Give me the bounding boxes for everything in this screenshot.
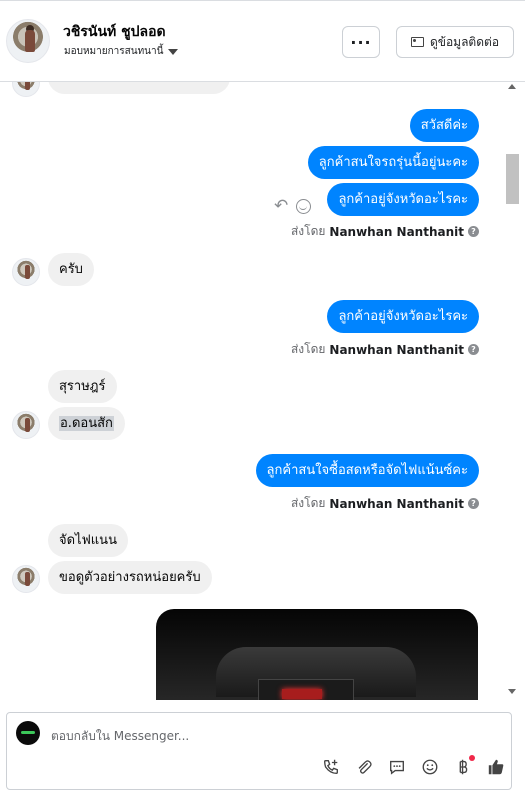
message-incoming[interactable]: อ.ดอนสัก — [48, 407, 125, 440]
composer-toolbar — [321, 755, 506, 777]
message-outgoing[interactable]: ลูกค้าสนใจรถรุ่นนี้อยู่นะคะ — [307, 146, 479, 179]
phone-add-icon[interactable] — [321, 757, 341, 777]
sent-by-prefix: ส่งโดย — [290, 496, 326, 510]
emoji-icon[interactable] — [420, 757, 440, 777]
view-contact-info-label: ดูข้อมูลติดต่อ — [429, 34, 500, 49]
view-contact-info-button[interactable]: ดูข้อมูลติดต่อ — [396, 26, 514, 58]
message-outgoing[interactable]: สวัสดีค่ะ — [409, 109, 479, 142]
sent-by-agent: Nanwhan Nanthanit — [329, 342, 464, 357]
conversation-header: วชิรนันท์ ชูปลอด มอบหมายการสนทนานี้ ··· … — [0, 0, 525, 82]
sent-by-agent: Nanwhan Nanthanit — [329, 496, 464, 511]
message-incoming[interactable]: จัดไฟแนน — [48, 524, 128, 557]
sent-by-label: ส่งโดย Nanwhan Nanthanit ? — [291, 222, 479, 241]
shared-photo[interactable] — [156, 609, 478, 700]
reply-icon[interactable]: ↶ — [274, 196, 288, 216]
sent-by-label: ส่งโดย Nanwhan Nanthanit ? — [291, 340, 479, 359]
contact-avatar-small — [12, 565, 40, 593]
like-thumb-icon[interactable] — [486, 757, 506, 777]
message-incoming-cut[interactable] — [48, 82, 230, 94]
photo-red-light — [282, 689, 322, 699]
message-actions: ↶ — [274, 196, 312, 216]
scroll-down-arrow-icon[interactable] — [508, 689, 516, 694]
message-thread[interactable]: สวัสดีค่ะ ลูกค้าสนใจรถรุ่นนี้อยู่นะคะ ลู… — [0, 82, 506, 700]
message-outgoing[interactable]: ลูกค้าอยู่จังหวัดอะไรคะ — [327, 183, 479, 216]
assign-label: มอบหมายการสนทนานี้ — [64, 46, 164, 57]
more-options-button[interactable]: ··· — [342, 26, 380, 58]
contact-name[interactable]: วชิรนันท์ ชูปลอด — [63, 21, 166, 43]
contact-avatar-small — [12, 411, 40, 439]
reply-input[interactable]: ตอบกลับใน Messenger... — [51, 727, 189, 746]
scroll-up-arrow-icon[interactable] — [508, 84, 516, 89]
message-incoming[interactable]: สุราษฎร์ — [48, 370, 117, 403]
caret-down-icon — [168, 48, 179, 55]
message-incoming[interactable]: ขอดูตัวอย่างรถหน่อยครับ — [48, 561, 212, 594]
contact-card-icon — [410, 37, 424, 47]
scrollbar-thumb[interactable] — [506, 154, 519, 204]
sent-by-label: ส่งโดย Nanwhan Nanthanit ? — [291, 494, 479, 513]
react-emoji-icon[interactable] — [296, 198, 312, 214]
assign-conversation-dropdown[interactable]: มอบหมายการสนทนานี้ — [64, 44, 179, 59]
info-icon[interactable]: ? — [468, 226, 479, 237]
attachment-icon[interactable] — [354, 757, 374, 777]
page-avatar — [16, 721, 40, 745]
info-icon[interactable]: ? — [468, 344, 479, 355]
sent-by-prefix: ส่งโดย — [290, 342, 326, 356]
message-incoming[interactable]: ครับ — [48, 253, 94, 286]
sent-by-agent: Nanwhan Nanthanit — [329, 224, 464, 239]
contact-avatar-small — [12, 258, 40, 286]
message-outgoing[interactable]: ลูกค้าสนใจซื้อสดหรือจัดไฟแน้นซ์คะ — [255, 454, 479, 487]
saved-reply-icon[interactable] — [387, 757, 407, 777]
message-composer[interactable]: ตอบกลับใน Messenger... — [6, 712, 512, 790]
info-icon[interactable]: ? — [468, 498, 479, 509]
message-outgoing[interactable]: ลูกค้าอยู่จังหวัดอะไรคะ — [327, 300, 479, 333]
sent-by-prefix: ส่งโดย — [290, 224, 326, 238]
contact-avatar[interactable] — [6, 19, 50, 63]
highlighted-text: อ.ดอนสัก — [59, 416, 114, 431]
contact-avatar-small — [12, 82, 40, 97]
notification-dot — [469, 755, 475, 761]
baht-payment-icon[interactable] — [453, 755, 475, 777]
